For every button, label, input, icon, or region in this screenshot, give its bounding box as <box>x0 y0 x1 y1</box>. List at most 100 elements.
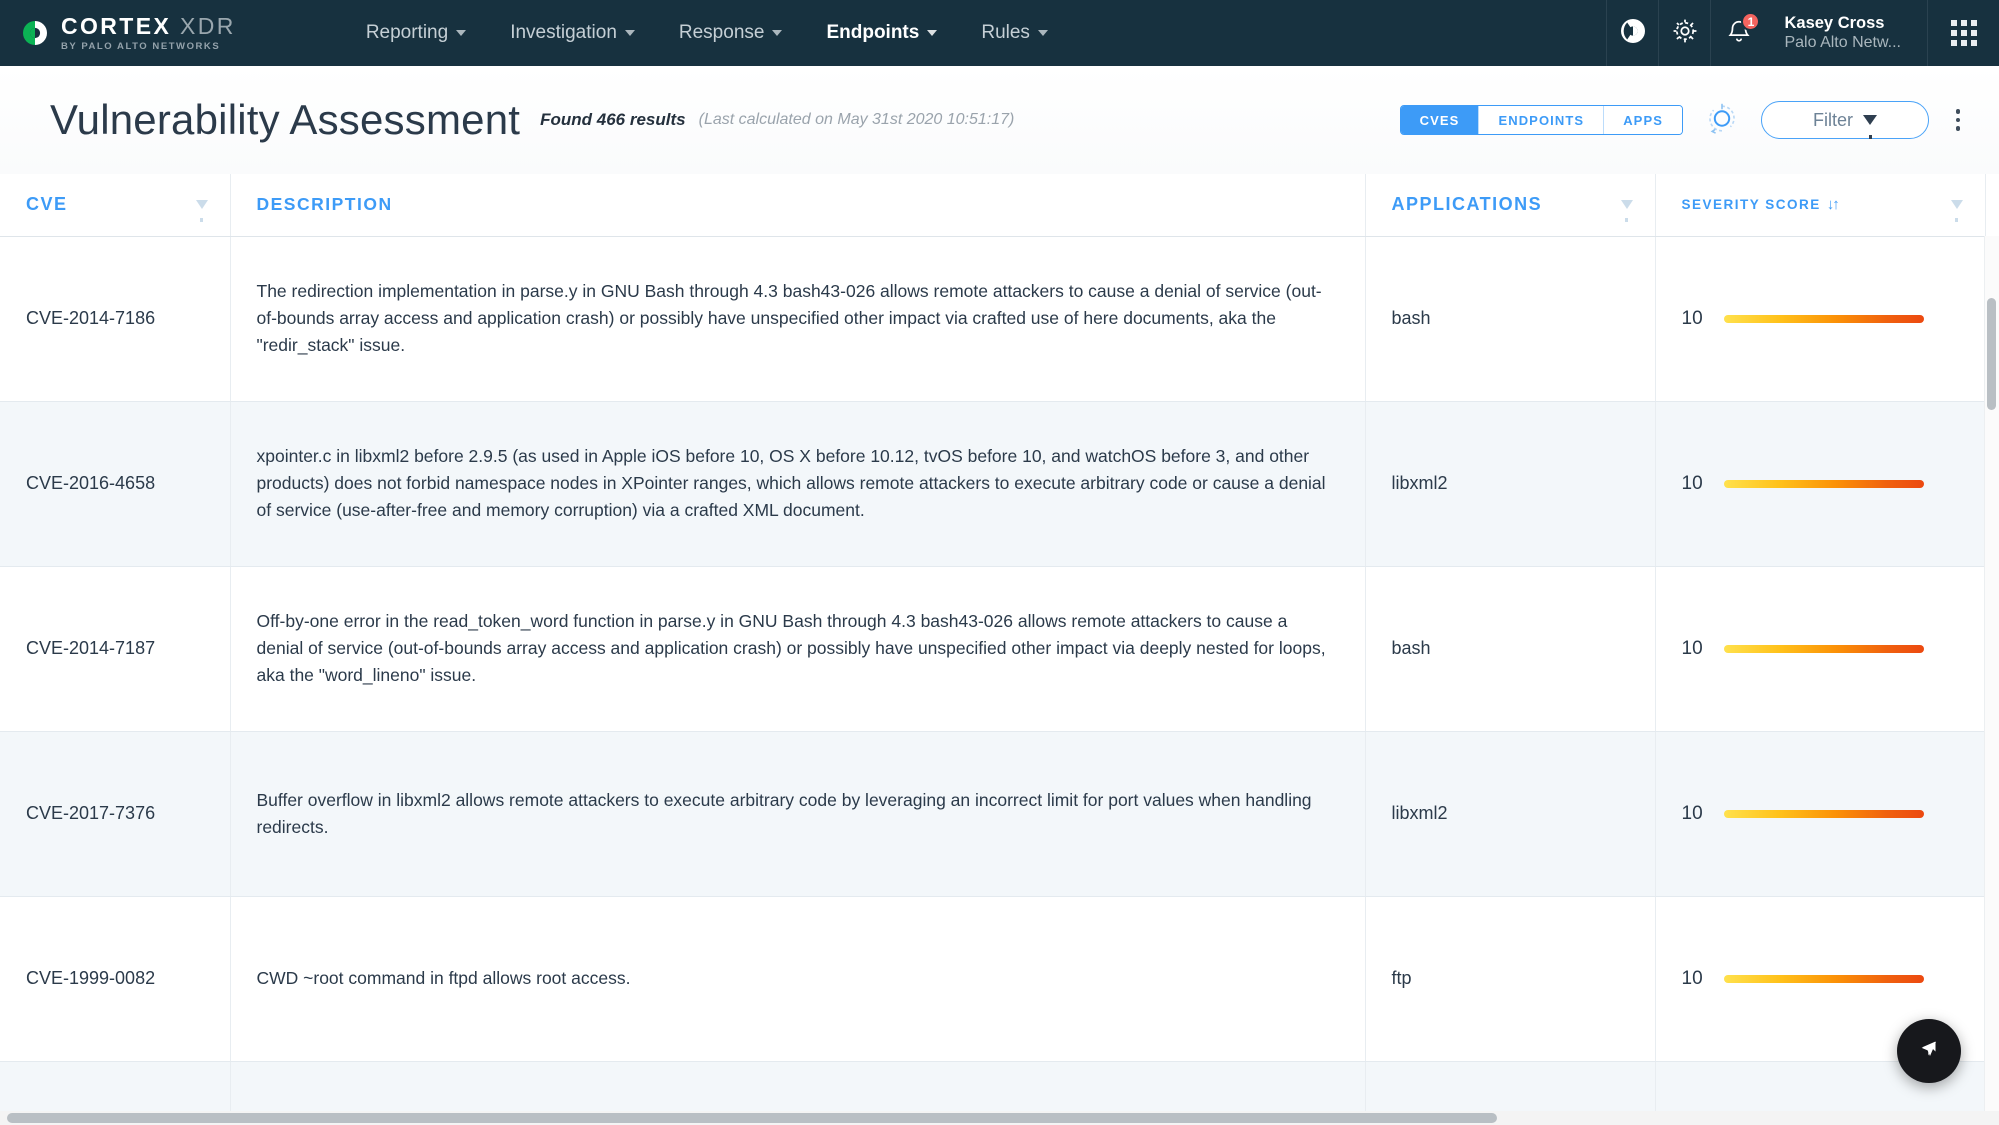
severity-score-bar <box>1723 644 1924 653</box>
cell-severity: 10 <box>1655 236 1986 402</box>
notifications-button[interactable]: 1 <box>1710 0 1766 66</box>
severity-score-value: 10 <box>1681 802 1703 824</box>
horizontal-scrollbar-thumb[interactable] <box>7 1113 1497 1123</box>
settings-button[interactable] <box>1658 0 1710 66</box>
cell-description: Buffer overflow in libxml2 allows remote… <box>230 731 1366 897</box>
refresh-icon <box>1706 102 1738 139</box>
brand-name-primary: CORTEX <box>61 12 172 39</box>
user-name: Kasey Cross <box>1784 13 1885 32</box>
funnel-icon <box>1863 115 1877 139</box>
brand-name-secondary: XDR <box>180 12 236 39</box>
severity-score-value: 10 <box>1681 967 1703 989</box>
tab-apps[interactable]: APPS <box>1604 106 1682 134</box>
help-support-icon <box>1619 17 1647 50</box>
main-menu: Reporting Investigation Response Endpoin… <box>344 0 1070 66</box>
brand-logo[interactable]: CORTEX XDR BY PALO ALTO NETWORKS <box>0 0 256 66</box>
sort-indicator-icon[interactable]: ↓↑ <box>1827 196 1840 213</box>
kebab-dot <box>1955 126 1961 131</box>
table-row[interactable]: CVE-1999-0082 CWD ~root command in ftpd … <box>0 896 1986 1062</box>
cell-cve: CVE-2014-7186 <box>0 236 231 402</box>
cortex-logo-icon <box>22 20 48 46</box>
severity-score-value: 10 <box>1681 637 1703 659</box>
nav-label: Response <box>678 22 765 43</box>
severity-score-bar <box>1723 479 1924 488</box>
cell-description: The redirection implementation in parse.… <box>230 236 1366 402</box>
vertical-scrollbar-track[interactable] <box>1984 236 1999 1125</box>
top-navigation-bar: CORTEX XDR BY PALO ALTO NETWORKS Reporti… <box>0 0 1999 66</box>
cell-cve: CVE-2014-7187 <box>0 566 231 732</box>
cell-description: xpointer.c in libxml2 before 2.9.5 (as u… <box>230 401 1366 567</box>
cell-severity: 10 <box>1655 731 1986 897</box>
table-body: CVE-2014-7186 The redirection implementa… <box>0 236 1986 1125</box>
cell-applications: bash <box>1365 566 1656 732</box>
severity-score-value: 10 <box>1681 307 1703 329</box>
cell-cve: CVE-2016-4658 <box>0 401 231 567</box>
notification-count-badge: 1 <box>1741 12 1761 31</box>
nav-item-endpoints[interactable]: Endpoints <box>804 0 959 66</box>
vertical-scrollbar-thumb[interactable] <box>1987 298 1996 410</box>
page-title: Vulnerability Assessment <box>50 96 521 143</box>
header-actions: CVES ENDPOINTS APPS Filter <box>1399 101 1973 139</box>
column-filter-icon[interactable] <box>1950 200 1963 222</box>
table-row[interactable]: CVE-2014-7186 The redirection implementa… <box>0 236 1986 402</box>
cursor-arrow-icon <box>1914 1034 1944 1069</box>
vulnerability-table: CVE DESCRIPTION APPLICATIONS SEVERITY SC… <box>0 174 1986 1125</box>
nav-label: Endpoints <box>826 22 920 43</box>
nav-item-rules[interactable]: Rules <box>959 0 1070 66</box>
help-support-button[interactable] <box>1606 0 1658 66</box>
column-label: SEVERITY SCORE <box>1681 197 1821 213</box>
chevron-down-icon <box>624 30 635 36</box>
refresh-button[interactable] <box>1705 103 1739 137</box>
column-header-description[interactable]: DESCRIPTION <box>230 174 1366 237</box>
column-header-applications[interactable]: APPLICATIONS <box>1365 174 1656 237</box>
table-row[interactable]: CVE-2016-4658 xpointer.c in libxml2 befo… <box>0 401 1986 567</box>
cell-severity: 10 <box>1655 566 1986 732</box>
user-profile-menu[interactable]: Kasey Cross Palo Alto Netw... <box>1766 0 1927 66</box>
apps-launcher-button[interactable] <box>1927 0 1999 66</box>
severity-score-bar <box>1723 314 1924 323</box>
chevron-down-icon <box>1037 30 1048 36</box>
apps-grid-icon <box>1950 20 1977 46</box>
severity-score-bar <box>1723 809 1924 818</box>
more-options-button[interactable] <box>1947 103 1969 137</box>
table-row[interactable]: CVE-2017-7376 Buffer overflow in libxml2… <box>0 731 1986 897</box>
cell-applications: bash <box>1365 236 1656 402</box>
nav-label: Reporting <box>365 22 449 43</box>
column-label: APPLICATIONS <box>1391 194 1543 215</box>
cell-description: CWD ~root command in ftpd allows root ac… <box>230 896 1366 1062</box>
cell-applications: ftp <box>1365 896 1656 1062</box>
table-header: CVE DESCRIPTION APPLICATIONS SEVERITY SC… <box>0 174 1986 237</box>
results-count: Found 466 results <box>540 110 686 129</box>
kebab-dot <box>1955 109 1961 114</box>
filter-button[interactable]: Filter <box>1761 101 1929 139</box>
nav-item-reporting[interactable]: Reporting <box>344 0 488 66</box>
column-header-severity-score[interactable]: SEVERITY SCORE ↓↑ <box>1655 174 1986 237</box>
column-filter-icon[interactable] <box>195 200 208 222</box>
nav-item-investigation[interactable]: Investigation <box>488 0 657 66</box>
table-header-row: CVE DESCRIPTION APPLICATIONS SEVERITY SC… <box>0 174 1986 237</box>
page-header: Vulnerability Assessment Found 466 resul… <box>0 66 1999 174</box>
nav-item-response[interactable]: Response <box>657 0 805 66</box>
severity-score-value: 10 <box>1681 472 1703 494</box>
cell-applications: libxml2 <box>1365 401 1656 567</box>
nav-label: Rules <box>981 22 1030 43</box>
cell-severity: 10 <box>1655 401 1986 567</box>
kebab-dot <box>1955 117 1961 123</box>
cell-cve: CVE-2017-7376 <box>0 731 231 897</box>
chevron-down-icon <box>927 30 938 36</box>
nav-right-actions: 1 Kasey Cross Palo Alto Netw... <box>1606 0 1999 66</box>
tab-cves[interactable]: CVES <box>1400 106 1480 134</box>
column-filter-icon[interactable] <box>1620 200 1633 222</box>
last-calculated-timestamp: (Last calculated on May 31st 2020 10:51:… <box>698 111 1015 128</box>
floating-action-button[interactable] <box>1897 1019 1961 1083</box>
vulnerability-table-container: CVE DESCRIPTION APPLICATIONS SEVERITY SC… <box>0 174 1999 1125</box>
gear-icon <box>1671 17 1699 50</box>
chevron-down-icon <box>772 30 783 36</box>
column-header-cve[interactable]: CVE <box>0 174 231 237</box>
table-row[interactable]: CVE-2014-7187 Off-by-one error in the re… <box>0 566 1986 732</box>
tab-endpoints[interactable]: ENDPOINTS <box>1479 106 1605 134</box>
filter-label: Filter <box>1813 109 1853 130</box>
severity-score-bar <box>1723 974 1924 983</box>
horizontal-scrollbar-track[interactable] <box>0 1111 1999 1125</box>
cell-description: Off-by-one error in the read_token_word … <box>230 566 1366 732</box>
